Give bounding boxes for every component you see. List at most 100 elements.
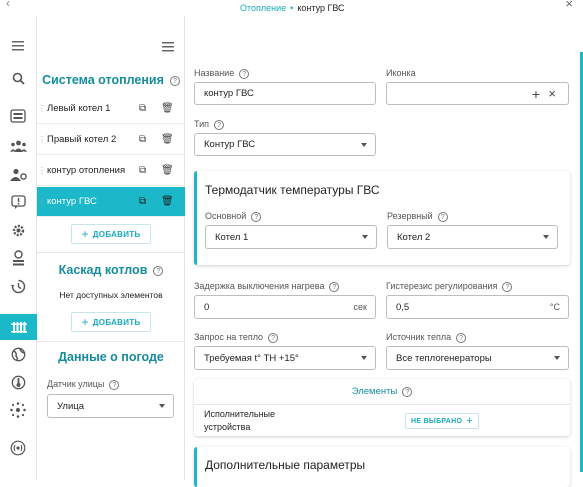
help-icon[interactable]: ? bbox=[153, 266, 164, 276]
type-select[interactable]: Контур ГВС bbox=[194, 133, 376, 156]
copy-icon[interactable]: ⧉ bbox=[139, 103, 146, 114]
street-sensor-select[interactable]: Улица bbox=[47, 394, 174, 418]
help-icon[interactable]: ? bbox=[456, 333, 467, 343]
drag-handle-icon[interactable]: ⋮ bbox=[38, 104, 46, 113]
close-icon[interactable]: × bbox=[565, 0, 573, 11]
hysteresis-unit: °C bbox=[549, 302, 560, 312]
help-icon[interactable]: ? bbox=[169, 76, 180, 86]
network-icon[interactable] bbox=[6, 400, 30, 420]
radiator-icon[interactable] bbox=[0, 314, 37, 340]
name-input-value: контур ГВС bbox=[204, 88, 254, 99]
add-icon[interactable]: + bbox=[532, 86, 540, 102]
help-icon[interactable]: ? bbox=[502, 282, 513, 292]
icon-rail bbox=[0, 16, 37, 480]
delay-input[interactable]: 0 сек bbox=[194, 295, 376, 319]
street-sensor-label-text: Датчик улицы bbox=[47, 379, 105, 389]
delay-label-text: Задержка выключения нагрева bbox=[194, 281, 325, 291]
type-label: Тип? bbox=[194, 119, 225, 130]
back-chevron-icon[interactable]: ‹ bbox=[6, 0, 10, 10]
elements-card: Элементы? Исполнительные устройства НЕ В… bbox=[194, 379, 570, 436]
delete-icon[interactable]: 🗑 bbox=[161, 103, 174, 114]
add-cascade-label: ДОБАВИТЬ bbox=[92, 317, 141, 327]
drag-handle-icon[interactable]: ⋮ bbox=[38, 197, 46, 206]
breadcrumb: Отопление • контур ГВС bbox=[240, 3, 345, 13]
heat-request-label: Запрос на тепло? bbox=[194, 332, 279, 343]
delay-unit: сек bbox=[353, 302, 367, 312]
radio-icon[interactable] bbox=[6, 438, 30, 458]
list-item-active[interactable]: ⋮ контур ГВС ⧉ 🗑 bbox=[37, 187, 185, 217]
copy-icon[interactable]: ⧉ bbox=[139, 196, 146, 207]
main-sensor-select[interactable]: Котел 1 bbox=[205, 225, 377, 249]
copy-icon[interactable]: ⧉ bbox=[139, 134, 146, 145]
help-icon[interactable]: ? bbox=[251, 212, 262, 222]
list-item[interactable]: ⋮ контур отопления ⧉ 🗑 bbox=[37, 156, 185, 186]
cascade-title-text: Каскад котлов bbox=[58, 263, 148, 277]
drag-handle-icon[interactable]: ⋮ bbox=[38, 166, 46, 175]
sensor-icon[interactable] bbox=[6, 248, 30, 268]
drag-handle-icon[interactable]: ⋮ bbox=[38, 135, 46, 144]
panel-menu-icon[interactable] bbox=[162, 40, 174, 55]
help-icon[interactable]: ? bbox=[268, 333, 279, 343]
heat-request-select[interactable]: Требуемая t° ТН +15° bbox=[194, 346, 376, 370]
help-icon[interactable]: ? bbox=[437, 212, 448, 222]
delete-icon[interactable]: 🗑 bbox=[161, 196, 174, 207]
search-icon[interactable] bbox=[6, 68, 30, 88]
breadcrumb-current: контур ГВС bbox=[297, 3, 345, 13]
settings-form: Название? контур ГВС Иконка + × Тип? Кон… bbox=[185, 16, 583, 487]
chevron-down-icon bbox=[361, 356, 367, 360]
select-actuators-button[interactable]: НЕ ВЫБРАНО + bbox=[405, 413, 479, 429]
extra-params-title[interactable]: Дополнительные параметры bbox=[205, 458, 365, 472]
name-input[interactable]: контур ГВС bbox=[194, 82, 376, 105]
breadcrumb-parent[interactable]: Отопление bbox=[240, 3, 286, 13]
heat-request-value: Требуемая t° ТН +15° bbox=[204, 352, 299, 364]
type-label-text: Тип bbox=[194, 119, 210, 129]
help-icon[interactable]: ? bbox=[239, 69, 250, 79]
sensor-card-title: Термодатчик температуры ГВС bbox=[205, 183, 380, 197]
history-icon[interactable] bbox=[6, 276, 30, 296]
help-icon[interactable]: ? bbox=[402, 387, 413, 397]
card-accent bbox=[194, 447, 197, 487]
hamburger-icon[interactable] bbox=[6, 36, 30, 56]
top-bar: ‹ Отопление • контур ГВС × bbox=[0, 0, 583, 16]
add-cascade-button[interactable]: + ДОБАВИТЬ bbox=[71, 312, 151, 332]
list-item[interactable]: ⋮ Правый котел 2 ⧉ 🗑 bbox=[37, 125, 185, 155]
reserve-sensor-label: Резервный? bbox=[387, 211, 448, 222]
reserve-sensor-select[interactable]: Котел 2 bbox=[387, 225, 558, 249]
street-sensor-label: Датчик улицы? bbox=[47, 379, 120, 390]
add-heating-button[interactable]: + ДОБАВИТЬ bbox=[71, 224, 151, 244]
icon-picker[interactable]: + × bbox=[386, 82, 569, 105]
objects-panel: Система отопления? ⋮ Левый котел 1 ⧉ 🗑 ⋮… bbox=[37, 16, 185, 480]
hysteresis-input[interactable]: 0,5 °C bbox=[386, 295, 569, 319]
controller-icon[interactable] bbox=[6, 106, 30, 126]
divider bbox=[37, 341, 185, 342]
user-settings-icon[interactable] bbox=[6, 164, 30, 184]
temperature-sensor-card: Термодатчик температуры ГВС Основной? Ко… bbox=[194, 171, 570, 265]
copy-icon[interactable]: ⧉ bbox=[139, 165, 146, 176]
delete-icon[interactable]: 🗑 bbox=[161, 134, 174, 145]
elements-title: Элементы? bbox=[194, 386, 570, 397]
clear-icon[interactable]: × bbox=[548, 86, 556, 101]
heat-request-label-text: Запрос на тепло bbox=[194, 332, 264, 342]
weather-title-text: Данные о погоде bbox=[58, 350, 164, 364]
plus-icon: + bbox=[81, 227, 89, 241]
help-icon[interactable]: ? bbox=[329, 282, 340, 292]
gear-icon[interactable] bbox=[6, 220, 30, 240]
list-item[interactable]: ⋮ Левый котел 1 ⧉ 🗑 bbox=[37, 94, 185, 124]
icon-label: Иконка bbox=[386, 68, 416, 78]
globe-icon[interactable] bbox=[6, 344, 30, 364]
not-selected-label: НЕ ВЫБРАНО bbox=[411, 417, 463, 425]
users-icon[interactable] bbox=[6, 136, 30, 156]
help-icon[interactable]: ? bbox=[214, 120, 225, 130]
heat-source-label-text: Источник тепла bbox=[386, 332, 452, 342]
alert-icon[interactable] bbox=[6, 192, 30, 212]
plus-icon: + bbox=[81, 315, 89, 329]
reserve-sensor-label-text: Резервный bbox=[387, 211, 433, 221]
thermometer-icon[interactable] bbox=[6, 372, 30, 392]
main-sensor-value: Котел 1 bbox=[215, 231, 249, 243]
name-label-text: Название bbox=[194, 68, 235, 78]
delay-label: Задержка выключения нагрева? bbox=[194, 281, 340, 292]
heat-source-select[interactable]: Все теплогенераторы bbox=[386, 346, 569, 370]
cascade-empty-text: Нет доступных элементов bbox=[59, 290, 163, 300]
delete-icon[interactable]: 🗑 bbox=[161, 165, 174, 176]
help-icon[interactable]: ? bbox=[109, 380, 120, 390]
